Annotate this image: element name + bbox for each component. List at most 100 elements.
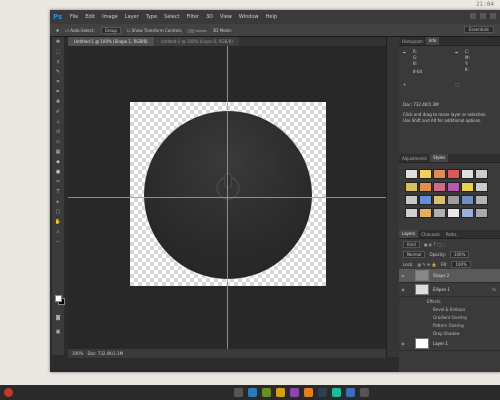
tab-adjustments[interactable]: Adjustments: [399, 156, 430, 161]
screen-mode-icon[interactable]: ▣: [54, 329, 62, 336]
style-swatch[interactable]: [419, 208, 432, 218]
zoom-level[interactable]: 100%: [72, 351, 83, 356]
marquee-icon[interactable]: ⬚: [54, 49, 62, 56]
visibility-eye-icon[interactable]: ◉: [399, 287, 407, 292]
menu-3d[interactable]: 3D: [206, 10, 213, 24]
taskbar-app-icon[interactable]: [234, 388, 243, 397]
minimize-icon[interactable]: [470, 13, 476, 19]
taskbar-app-icon[interactable]: [304, 388, 313, 397]
style-swatch[interactable]: [475, 182, 488, 192]
path-select-icon[interactable]: ▸: [54, 199, 62, 206]
lasso-icon[interactable]: ↄ: [54, 59, 62, 66]
style-swatch[interactable]: [461, 208, 474, 218]
taskbar-app-icon[interactable]: [318, 388, 327, 397]
effect-row[interactable]: Pattern Overlay: [399, 321, 500, 329]
style-swatch[interactable]: [433, 182, 446, 192]
style-swatch[interactable]: [405, 182, 418, 192]
quick-select-icon[interactable]: ✎: [54, 69, 62, 76]
quick-mask-icon[interactable]: ◙: [54, 315, 62, 322]
layer-row-ellipse-1[interactable]: ◉ Ellipse 1 fx: [399, 283, 500, 297]
taskbar-app-icon[interactable]: [346, 388, 355, 397]
tab-styles[interactable]: Styles: [430, 154, 449, 162]
style-swatch[interactable]: [405, 208, 418, 218]
stamp-icon[interactable]: ⊥: [54, 119, 62, 126]
menu-help[interactable]: Help: [266, 10, 277, 24]
menu-type[interactable]: Type: [146, 10, 157, 24]
document-tab-active[interactable]: Untitled-1 @ 100% (Shape 1, RGB/8): [68, 37, 154, 46]
guide-vertical[interactable]: [227, 46, 228, 349]
taskbar-app-icon[interactable]: [360, 388, 369, 397]
layer-row-layer-1[interactable]: ◉ Layer 1: [399, 337, 500, 351]
taskbar-app-icon[interactable]: [332, 388, 341, 397]
gradient-icon[interactable]: ▦: [54, 149, 62, 156]
style-swatch[interactable]: [405, 169, 418, 179]
style-swatch[interactable]: [475, 169, 488, 179]
tab-paths[interactable]: Paths: [443, 232, 460, 237]
style-swatch[interactable]: [447, 208, 460, 218]
tab-histogram[interactable]: Histogram: [399, 39, 426, 44]
menu-select[interactable]: Select: [164, 10, 179, 24]
tab-layers[interactable]: Layers: [399, 230, 419, 238]
dodge-icon[interactable]: ●: [54, 169, 62, 176]
start-button-icon[interactable]: [4, 388, 13, 397]
tab-channels[interactable]: Channels: [418, 232, 443, 237]
menu-layer[interactable]: Layer: [125, 10, 139, 24]
style-swatch[interactable]: [447, 182, 460, 192]
taskbar-app-icon[interactable]: [290, 388, 299, 397]
ellipse-shape[interactable]: [144, 111, 312, 279]
taskbar-app-icon[interactable]: [262, 388, 271, 397]
move-tool-icon[interactable]: ✥: [56, 28, 59, 33]
style-swatch[interactable]: [461, 182, 474, 192]
filter-icons[interactable]: ▣ ◐ T ▢ ⬚: [424, 242, 446, 247]
style-swatch[interactable]: [433, 208, 446, 218]
history-brush-icon[interactable]: ↺: [54, 129, 62, 136]
style-swatch[interactable]: [475, 208, 488, 218]
document-canvas[interactable]: [130, 102, 326, 286]
show-transform-checkbox[interactable]: ☐ Show Transform Controls: [127, 28, 182, 33]
style-swatch[interactable]: [447, 195, 460, 205]
menu-view[interactable]: View: [220, 10, 232, 24]
tab-info[interactable]: Info: [425, 37, 440, 45]
maximize-icon[interactable]: [480, 13, 486, 19]
more-tools-icon[interactable]: ⋯: [54, 239, 62, 246]
style-swatch[interactable]: [433, 195, 446, 205]
effect-row[interactable]: Gradient Overlay: [399, 313, 500, 321]
healing-icon[interactable]: ✚: [54, 99, 62, 106]
auto-select-dropdown[interactable]: Group: [100, 26, 121, 34]
style-swatch[interactable]: [475, 195, 488, 205]
taskbar-app-icon[interactable]: [248, 388, 257, 397]
opacity-field[interactable]: 100%: [449, 250, 470, 258]
layer-kind-filter[interactable]: Kind: [403, 240, 420, 248]
menu-window[interactable]: Window: [239, 10, 259, 24]
fx-icon[interactable]: fx: [492, 287, 496, 292]
style-swatch[interactable]: [461, 195, 474, 205]
effect-row[interactable]: Drop Shadow: [399, 329, 500, 337]
effect-row[interactable]: Bevel & Emboss: [399, 305, 500, 313]
style-swatch[interactable]: [405, 195, 418, 205]
close-icon[interactable]: [490, 13, 496, 19]
fill-field[interactable]: 100%: [451, 260, 471, 268]
visibility-eye-icon[interactable]: ◉: [399, 341, 407, 346]
style-swatch[interactable]: [419, 195, 432, 205]
style-swatch[interactable]: [419, 182, 432, 192]
taskbar-app-icon[interactable]: [276, 388, 285, 397]
canvas-area[interactable]: [68, 46, 386, 349]
crop-icon[interactable]: ⌗: [54, 79, 62, 86]
auto-select-checkbox[interactable]: ☐ Auto-Select:: [65, 28, 94, 33]
layer-row-shape-2[interactable]: ◉ Shape 2: [399, 269, 500, 283]
menu-file[interactable]: File: [70, 10, 78, 24]
pen-icon[interactable]: ✑: [54, 179, 62, 186]
shape-icon[interactable]: ▢: [54, 209, 62, 216]
hand-icon[interactable]: ✋: [54, 219, 62, 226]
style-swatch[interactable]: [447, 169, 460, 179]
visibility-eye-icon[interactable]: ◉: [399, 273, 407, 278]
menu-image[interactable]: Image: [102, 10, 118, 24]
blend-mode-dropdown[interactable]: Normal: [403, 250, 426, 258]
align-icons[interactable]: ▯▯▯ ▭▭▭: [188, 28, 207, 33]
style-swatch[interactable]: [433, 169, 446, 179]
eraser-icon[interactable]: ▭: [54, 139, 62, 146]
style-swatch[interactable]: [419, 169, 432, 179]
blur-icon[interactable]: ◆: [54, 159, 62, 166]
foreground-color-swatch[interactable]: [55, 295, 62, 302]
lock-icons[interactable]: ▦ ✎ ✥ 🔒: [417, 262, 436, 267]
